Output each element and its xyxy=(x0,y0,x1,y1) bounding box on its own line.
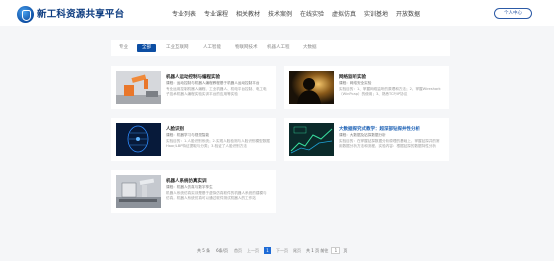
nav-item-online-experiments[interactable]: 在线实验 xyxy=(300,9,332,18)
site-logo-text[interactable]: 新工科资源共享平台 xyxy=(37,6,124,20)
pagination-total: 共 5 条 xyxy=(197,247,211,253)
card-description: 实验目的：1、掌握网络监听的原理和方法；2、掌握Wireshark（WinPca… xyxy=(339,87,441,96)
card-description: 机器人系统仿真实训是基于虚拟仿真软件的机器人系统的建模与仿真，机器人系统仿真可以… xyxy=(166,191,267,200)
face-scan-image xyxy=(116,123,161,156)
page-size-select[interactable]: 6条/页 xyxy=(216,248,228,254)
nav-item-majors[interactable]: 专业列表 xyxy=(172,9,204,18)
filter-robotics[interactable]: 机器人工程 xyxy=(267,44,290,52)
nav-item-textbooks[interactable]: 相关教材 xyxy=(236,9,268,18)
card-description: 实验目的：在掌握钻探数据分析原理的基础上，掌握钻探井的常用数据分析方法和流程，实… xyxy=(339,139,440,148)
card-title[interactable]: 网络监听实验 xyxy=(339,74,366,80)
goto-page-input[interactable]: 1 xyxy=(331,247,341,254)
card-thumbnail-network[interactable] xyxy=(289,71,334,104)
filter-all[interactable]: 全部 xyxy=(137,44,156,52)
card-description: 专业运用控制机器人编程、工业机器人、机电平台控制、电工电子技术机器人编程实验实训… xyxy=(166,87,267,96)
robot-arm-image xyxy=(116,71,161,104)
nav-item-open-data[interactable]: 开放数据 xyxy=(396,9,428,18)
user-center-button[interactable]: 个人中心 xyxy=(494,8,532,19)
header: 新工科资源共享平台 专业列表 专业课程 相关教材 技术案例 在线实验 虚拟仿真 … xyxy=(0,0,554,26)
nav-item-courses[interactable]: 专业课程 xyxy=(204,9,236,18)
card-meta: 课程：网络安全实验 xyxy=(339,81,372,85)
course-card[interactable]: 人脸识别 课程：机器学习与视觉智能 实验目的：1.人脸识别系统；2.实现人脸检测… xyxy=(111,118,276,161)
filter-big-data[interactable]: 大数据 xyxy=(303,44,317,52)
filter-bar: 专业 全部 工业互联网 人工智能 物联网技术 机器人工程 大数据 xyxy=(111,40,450,56)
logo-icon[interactable] xyxy=(17,6,34,23)
card-title[interactable]: 大数据探究式教学：超深部钻探井性分析 xyxy=(339,126,420,132)
card-title[interactable]: 机器人运动控制与编程实验 xyxy=(166,74,220,80)
pagination-summary: 共 1 页 前往 xyxy=(306,247,329,253)
robot-workstation-image xyxy=(116,175,161,208)
card-meta: 课程：大数据及钻探数据分析 xyxy=(339,133,386,137)
filter-label: 专业 xyxy=(119,45,128,50)
card-title[interactable]: 人脸识别 xyxy=(166,126,184,132)
hacker-silhouette-image xyxy=(289,71,334,104)
page-number-current[interactable]: 1 xyxy=(264,247,271,254)
page-unit-label: 页 xyxy=(343,247,348,253)
card-meta: 课程：运动控制与机器人编程教程基于机器人运动控制平台 xyxy=(166,81,260,85)
filter-industrial-internet[interactable]: 工业互联网 xyxy=(166,44,189,52)
card-meta: 课程：机器人仿真与数字孪生 xyxy=(166,185,213,189)
filter-iot[interactable]: 物联网技术 xyxy=(235,44,258,52)
course-card[interactable]: 大数据探究式教学：超深部钻探井性分析 课程：大数据及钻探数据分析 实验目的：在掌… xyxy=(284,118,449,161)
course-card[interactable]: 机器人系统仿真实训 课程：机器人仿真与数字孪生 机器人系统仿真实训是基于虚拟仿真… xyxy=(111,170,276,213)
pagination: 共 5 条 6条/页 首页 上一页 1 下一页 尾页 共 1 页 前往 1 页 xyxy=(197,246,347,255)
card-description: 实验目的：1.人脸识别系统；2.实现人脸检测与人脸识别模型数据Haar/LBP特… xyxy=(166,139,270,148)
next-page-button[interactable]: 下一页 xyxy=(276,247,288,254)
card-thumbnail-big-data[interactable] xyxy=(289,123,334,156)
nav-item-simulation[interactable]: 虚拟仿真 xyxy=(332,9,364,18)
nav-item-training-base[interactable]: 实训基地 xyxy=(364,9,396,18)
main-nav: 专业列表 专业课程 相关教材 技术案例 在线实验 虚拟仿真 实训基地 开放数据 xyxy=(172,9,428,18)
course-card[interactable]: 机器人运动控制与编程实验 课程：运动控制与机器人编程教程基于机器人运动控制平台 … xyxy=(111,66,276,109)
card-title[interactable]: 机器人系统仿真实训 xyxy=(166,178,207,184)
filter-ai[interactable]: 人工智能 xyxy=(203,44,221,52)
first-page-button[interactable]: 首页 xyxy=(234,247,242,254)
card-meta: 课程：机器学习与视觉智能 xyxy=(166,133,210,137)
course-card[interactable]: 网络监听实验 课程：网络安全实验 实验目的：1、掌握网络监听的原理和方法；2、掌… xyxy=(284,66,449,109)
last-page-button[interactable]: 尾页 xyxy=(293,247,301,254)
card-thumbnail-face-recognition[interactable] xyxy=(116,123,161,156)
card-thumbnail-robot-simulation[interactable] xyxy=(116,175,161,208)
prev-page-button[interactable]: 上一页 xyxy=(247,247,259,254)
nav-item-cases[interactable]: 技术案例 xyxy=(268,9,300,18)
data-chart-image xyxy=(289,123,334,156)
card-thumbnail-robot-arm[interactable] xyxy=(116,71,161,104)
